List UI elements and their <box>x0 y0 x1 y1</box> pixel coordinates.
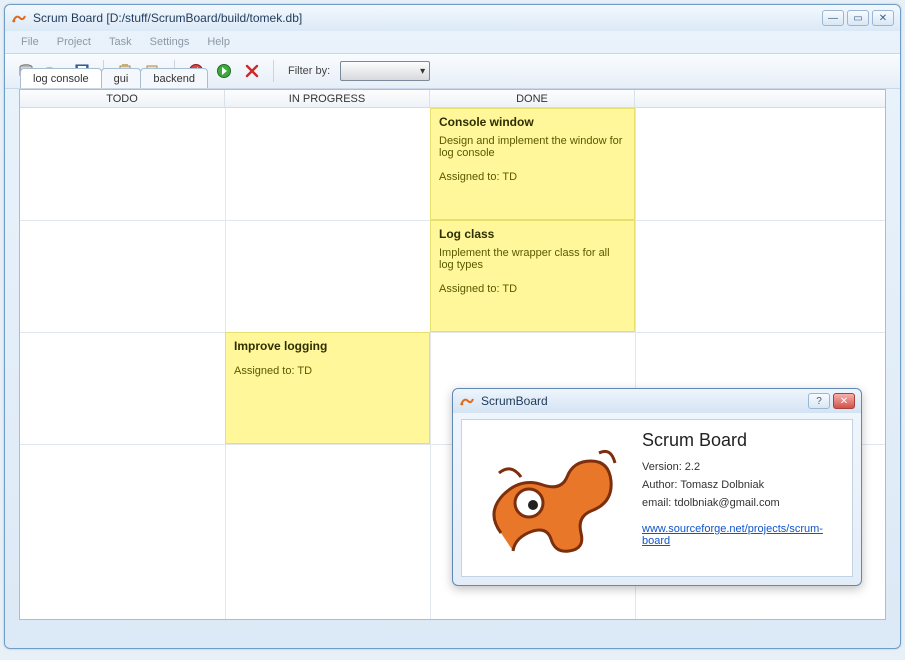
board-columns-header: TODO IN PROGRESS DONE <box>20 90 885 108</box>
about-body: Scrum Board Version: 2.2 Author: Tomasz … <box>461 419 853 577</box>
col-inprogress-header: IN PROGRESS <box>225 90 430 107</box>
card-assigned: Assigned to: TD <box>234 365 421 377</box>
minimize-button[interactable]: — <box>822 10 844 26</box>
about-close-button[interactable]: ✕ <box>833 393 855 409</box>
about-author: Author: Tomasz Dolbniak <box>642 479 838 491</box>
card-desc: Design and implement the window for log … <box>439 135 626 159</box>
about-help-button[interactable]: ? <box>808 393 830 409</box>
about-dialog[interactable]: ScrumBoard ? ✕ Scrum Board Version: 2.2 … <box>452 388 862 586</box>
menu-task[interactable]: Task <box>101 34 140 50</box>
about-version: Version: 2.2 <box>642 461 838 473</box>
about-info: Scrum Board Version: 2.2 Author: Tomasz … <box>642 430 838 566</box>
card-assigned: Assigned to: TD <box>439 171 626 183</box>
card-console-window[interactable]: Console window Design and implement the … <box>430 108 635 220</box>
tab-backend[interactable]: backend <box>140 68 208 88</box>
about-heading: Scrum Board <box>642 430 838 451</box>
menu-project[interactable]: Project <box>49 34 99 50</box>
card-title: Log class <box>439 227 626 241</box>
card-log-class[interactable]: Log class Implement the wrapper class fo… <box>430 220 635 332</box>
menu-settings[interactable]: Settings <box>142 34 198 50</box>
about-titlebar[interactable]: ScrumBoard ? ✕ <box>453 389 861 413</box>
about-email: email: tdolbniak@gmail.com <box>642 497 838 509</box>
menu-help[interactable]: Help <box>199 34 238 50</box>
close-button[interactable]: ✕ <box>872 10 894 26</box>
col-done-header: DONE <box>430 90 635 107</box>
app-icon <box>11 10 27 26</box>
about-link[interactable]: www.sourceforge.net/projects/scrum-board <box>642 523 838 547</box>
window-controls: — ▭ ✕ <box>822 10 894 26</box>
tabs: log console gui backend <box>20 68 885 90</box>
tab-gui[interactable]: gui <box>101 68 142 88</box>
card-improve-logging[interactable]: Improve logging Assigned to: TD <box>225 332 430 444</box>
col-extra-header <box>635 90 885 107</box>
menu-file[interactable]: File <box>13 34 47 50</box>
menubar: File Project Task Settings Help <box>5 31 900 53</box>
card-title: Improve logging <box>234 339 421 353</box>
window-title: Scrum Board [D:/stuff/ScrumBoard/build/t… <box>33 11 822 25</box>
grid-line <box>20 332 885 333</box>
card-title: Console window <box>439 115 626 129</box>
maximize-button[interactable]: ▭ <box>847 10 869 26</box>
card-assigned: Assigned to: TD <box>439 283 626 295</box>
about-controls: ? ✕ <box>808 393 855 409</box>
col-todo-header: TODO <box>20 90 225 107</box>
about-logo <box>476 430 626 566</box>
about-title-text: ScrumBoard <box>481 394 808 408</box>
tab-log-console[interactable]: log console <box>20 68 102 88</box>
card-desc: Implement the wrapper class for all log … <box>439 247 626 271</box>
about-app-icon <box>459 393 475 409</box>
titlebar[interactable]: Scrum Board [D:/stuff/ScrumBoard/build/t… <box>5 5 900 31</box>
